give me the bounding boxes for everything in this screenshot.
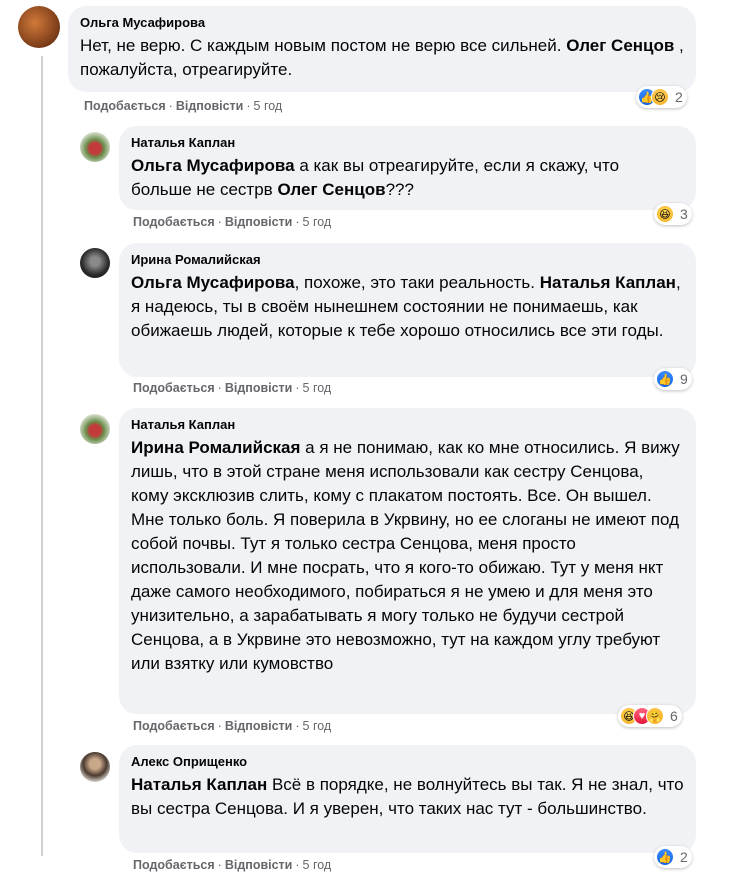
comment-actions: Подобається · Відповісти · 5 год [133, 858, 332, 872]
mention[interactable]: Олег Сенцов [566, 36, 674, 55]
reply-link[interactable]: Відповісти [225, 215, 293, 229]
mention[interactable]: Ирина Ромалийская [131, 438, 300, 457]
reaction-count: 9 [680, 371, 688, 387]
comment-actions: Подобається · Відповісти · 5 год [133, 381, 332, 395]
mention[interactable]: Ольга Мусафирова [131, 273, 295, 292]
reaction-summary[interactable]: 👍 2 [654, 846, 692, 868]
comment-text: Наталья Каплан Всё в порядке, не волнуйт… [131, 775, 684, 818]
reaction-summary[interactable]: 👍 9 [654, 368, 692, 390]
comment-time[interactable]: 5 год [303, 719, 332, 733]
like-link[interactable]: Подобається [133, 215, 215, 229]
thread-line [41, 56, 43, 856]
comment-author[interactable]: Ирина Ромалийская [131, 251, 684, 269]
comment-time[interactable]: 5 год [303, 381, 332, 395]
avatar[interactable] [80, 752, 110, 782]
like-icon: 👍 [656, 370, 674, 388]
mention[interactable]: Наталья Каплан [131, 775, 267, 794]
comment-author[interactable]: Ольга Мусафирова [80, 14, 684, 32]
sad-icon: 😢 [651, 88, 669, 106]
mention[interactable]: Наталья Каплан [540, 273, 676, 292]
comment-bubble: Наталья Каплан Ирина Ромалийская а я не … [119, 408, 696, 714]
avatar[interactable] [80, 414, 110, 444]
comment-text: Ольга Мусафирова а как вы отреагируйте, … [131, 156, 620, 199]
comment-text: Ольга Мусафирова, похоже, это таки реаль… [131, 273, 681, 340]
reply-link[interactable]: Відповісти [225, 719, 293, 733]
reaction-count: 3 [680, 206, 688, 222]
comment-text: Ирина Ромалийская а я не понимаю, как ко… [131, 438, 680, 673]
like-icon: 👍 [656, 848, 674, 866]
reaction-summary[interactable]: 👍 😢 2 [636, 86, 687, 108]
comment-author[interactable]: Наталья Каплан [131, 134, 684, 152]
avatar[interactable] [80, 248, 110, 278]
comment-author[interactable]: Алекс Оприщенко [131, 753, 684, 771]
comment-text: Нет, не верю. С каждым новым постом не в… [80, 36, 684, 79]
reaction-summary[interactable]: 😆 3 [654, 203, 692, 225]
comment-actions: Подобається · Відповісти · 5 год [133, 215, 332, 229]
haha-icon: 😆 [656, 205, 674, 223]
avatar[interactable] [80, 132, 110, 162]
care-icon: 🤗 [646, 707, 664, 725]
like-link[interactable]: Подобається [133, 719, 215, 733]
avatar[interactable] [18, 6, 60, 48]
like-link[interactable]: Подобається [84, 99, 166, 113]
comment-time[interactable]: 5 год [303, 858, 332, 872]
comment-bubble: Алекс Оприщенко Наталья Каплан Всё в пор… [119, 745, 696, 853]
comment-time[interactable]: 5 год [254, 99, 283, 113]
like-link[interactable]: Подобається [133, 381, 215, 395]
comment-bubble: Наталья Каплан Ольга Мусафирова а как вы… [119, 126, 696, 210]
mention[interactable]: Ольга Мусафирова [131, 156, 295, 175]
comment-bubble: Ирина Ромалийская Ольга Мусафирова, похо… [119, 243, 696, 377]
reaction-summary[interactable]: 😆 ♥ 🤗 6 [618, 705, 682, 727]
comment-author[interactable]: Наталья Каплан [131, 416, 684, 434]
comment-time[interactable]: 5 год [303, 215, 332, 229]
reply-link[interactable]: Відповісти [225, 858, 293, 872]
comment-bubble: Ольга Мусафирова Нет, не верю. С каждым … [68, 6, 696, 92]
like-link[interactable]: Подобається [133, 858, 215, 872]
reply-link[interactable]: Відповісти [225, 381, 293, 395]
reaction-count: 6 [670, 708, 678, 724]
reply-link[interactable]: Відповісти [176, 99, 244, 113]
comment-actions: Подобається · Відповісти · 5 год [133, 719, 332, 733]
reaction-count: 2 [680, 849, 688, 865]
reaction-count: 2 [675, 89, 683, 105]
mention[interactable]: Олег Сенцов [277, 180, 385, 199]
comment-actions: Подобається · Відповісти · 5 год [84, 99, 283, 113]
